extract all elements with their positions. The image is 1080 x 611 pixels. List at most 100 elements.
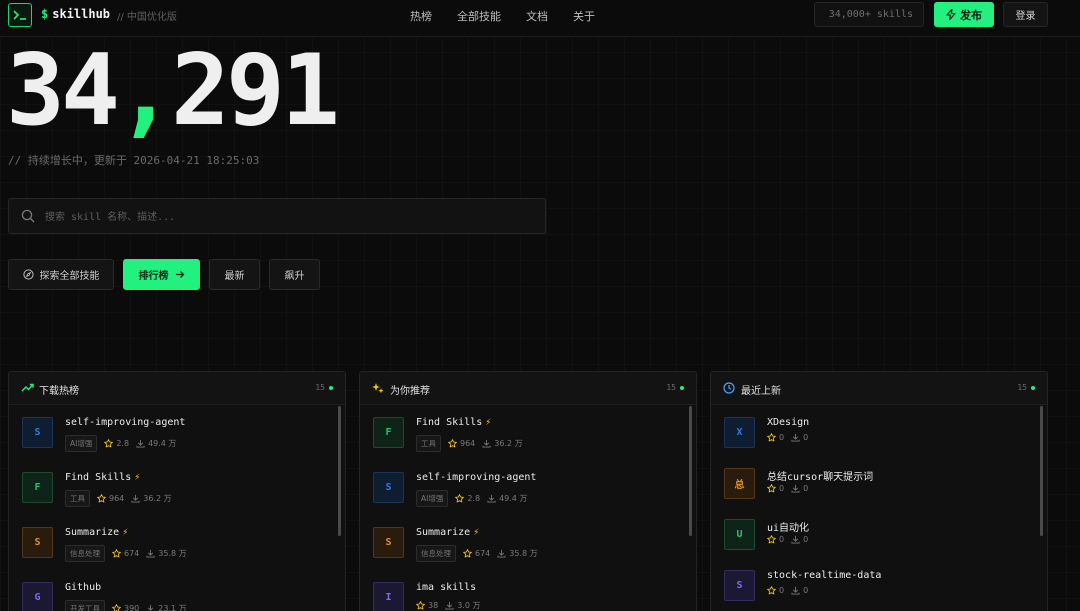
login-button[interactable]: 登录 [1003,2,1048,27]
search-icon [21,209,35,223]
skill-name[interactable]: ima skills [416,582,476,593]
skill-stars: 2.8 [104,439,129,448]
skill-list-item[interactable]: Sself-improving-agent AI增强 2.8 49.4 万 [360,472,690,522]
panel-count: 15 [1017,383,1035,392]
download-icon [791,433,800,442]
skill-name[interactable]: Summarize ⚡ [416,527,479,538]
clock-icon [723,382,735,394]
skill-name[interactable]: stock-realtime-data [767,570,881,581]
skill-downloads: 0 [791,484,808,493]
skill-stars: 38 [416,601,438,610]
skill-avatar: S [22,527,53,558]
skill-meta: 38 3.0 万 [416,600,480,611]
compass-icon [22,269,34,280]
skill-list-item[interactable]: X XDesign 0 0 [711,417,1041,467]
skill-list-item[interactable]: S Summarize ⚡ 信息处理 674 35.8 万 [360,527,690,577]
main-nav: 热榜 全部技能 文档 关于 [410,8,595,24]
panel-header: 下载热榜 15 [9,372,345,405]
skill-avatar: F [22,472,53,503]
search-input[interactable] [45,208,525,226]
skill-downloads: 23.1 万 [146,603,187,611]
skill-list-item[interactable]: G Github 开发工具 390 23.1 万 [9,582,339,611]
ranking-button[interactable]: 排行榜 [123,259,200,290]
skill-meta: 00 [767,535,808,544]
nav-about[interactable]: 关于 [573,8,595,24]
skill-stars: 964 [448,439,475,448]
skill-category-tag: 信息处理 [416,545,456,562]
explore-all-button[interactable]: 探索全部技能 [8,259,114,290]
skills-total-count: 34,291 [6,37,340,146]
skill-list-item[interactable]: Sself-improving-agent AI增强 2.8 49.4 万 [9,417,339,467]
skill-name[interactable]: Github [65,582,101,593]
panel-title: 为你推荐 [390,386,430,397]
count-comma: , [116,34,175,148]
skill-name[interactable]: Find Skills ⚡ [416,417,491,428]
panel-recommended: 为你推荐 15 F Find Skills ⚡ 工具 964 36.2 万 Sself-im… [359,371,697,611]
panel-top-downloads: 下载热榜 15 Sself-improving-agent AI增强 2.8 49.4… [8,371,346,611]
skill-list-item[interactable]: F Find Skills ⚡ 工具 964 36.2 万 [9,472,339,522]
skill-list-item[interactable]: F Find Skills ⚡ 工具 964 36.2 万 [360,417,690,467]
publish-label: 发布 [960,8,982,22]
skill-list-item[interactable]: 总总结cursor聊天提示词 0 0 [711,468,1041,518]
explore-label: 探索全部技能 [39,271,100,282]
skill-list-item[interactable]: S Summarize ⚡ 信息处理 674 35.8 万 [9,527,339,577]
skill-downloads: 49.4 万 [136,438,176,449]
star-icon [767,586,776,595]
skill-stars: 964 [97,494,124,503]
skill-name[interactable]: ui自动化 [767,519,809,534]
rising-button[interactable]: 飙升 [269,259,320,290]
download-icon [791,484,800,493]
update-status: // 持续增长中，更新于 2026-04-21 18:25:03 [8,154,260,167]
star-icon [97,494,106,503]
hot-bolt-icon: ⚡ [122,527,129,538]
skill-downloads: 35.8 万 [146,548,187,559]
nav-docs[interactable]: 文档 [526,8,548,24]
skill-meta: 信息处理 674 35.8 万 [65,545,187,562]
skill-meta: AI增强 2.8 49.4 万 [65,435,176,452]
skill-name[interactable]: Find Skills ⚡ [65,472,140,483]
brand-name[interactable]: $ skillhub [41,7,110,21]
skill-name[interactable]: Summarize ⚡ [65,527,128,538]
skill-meta: 开发工具 390 23.1 万 [65,600,187,611]
skill-downloads: 36.2 万 [482,438,523,449]
skill-avatar: S [22,417,53,448]
skill-name[interactable]: XDesign [767,417,809,428]
skill-avatar: S [373,472,404,503]
skill-list-item[interactable]: Iima skills 38 3.0 万 [360,582,690,611]
skill-avatar: S [724,570,755,601]
count-rest: 291 [171,34,340,148]
latest-button[interactable]: 最新 [209,259,260,290]
skill-name[interactable]: self-improving-agent [416,472,536,483]
skill-name[interactable]: 总结cursor聊天提示词 [767,468,873,483]
bolt-icon [946,9,956,20]
panel-title: 下载热榜 [39,386,79,397]
skill-stars: 390 [112,604,139,611]
skill-avatar: 总 [724,468,755,499]
panel-header: 最近上新 15 [711,372,1047,405]
skill-stars: 674 [463,549,490,558]
publish-button[interactable]: 发布 [934,2,994,27]
skill-meta: 00 [767,484,808,493]
nav-all-skills[interactable]: 全部技能 [457,8,501,24]
skill-stars: 0 [767,535,784,544]
download-icon [136,439,145,448]
search-bar[interactable] [8,198,546,234]
star-icon [463,549,472,558]
skill-downloads: 49.4 万 [487,493,527,504]
skill-list-item[interactable]: Sstock-realtime-data 0 0 [711,570,1041,611]
skill-avatar: X [724,417,755,448]
nav-hot[interactable]: 热榜 [410,8,432,24]
logo-terminal-icon[interactable] [8,3,32,27]
skill-downloads: 35.8 万 [497,548,538,559]
skills-count-badge: 34,000+ skills [814,2,924,27]
skill-category-tag: AI增强 [65,435,98,452]
skill-avatar: S [373,527,404,558]
skill-downloads: 0 [791,535,808,544]
panel-count: 15 [315,383,333,392]
star-icon [767,433,776,442]
skill-name[interactable]: self-improving-agent [65,417,185,428]
download-icon [146,549,155,558]
skill-list-item[interactable]: Uui自动化 0 0 [711,519,1041,569]
skill-meta: 00 [767,586,808,595]
star-icon [767,484,776,493]
